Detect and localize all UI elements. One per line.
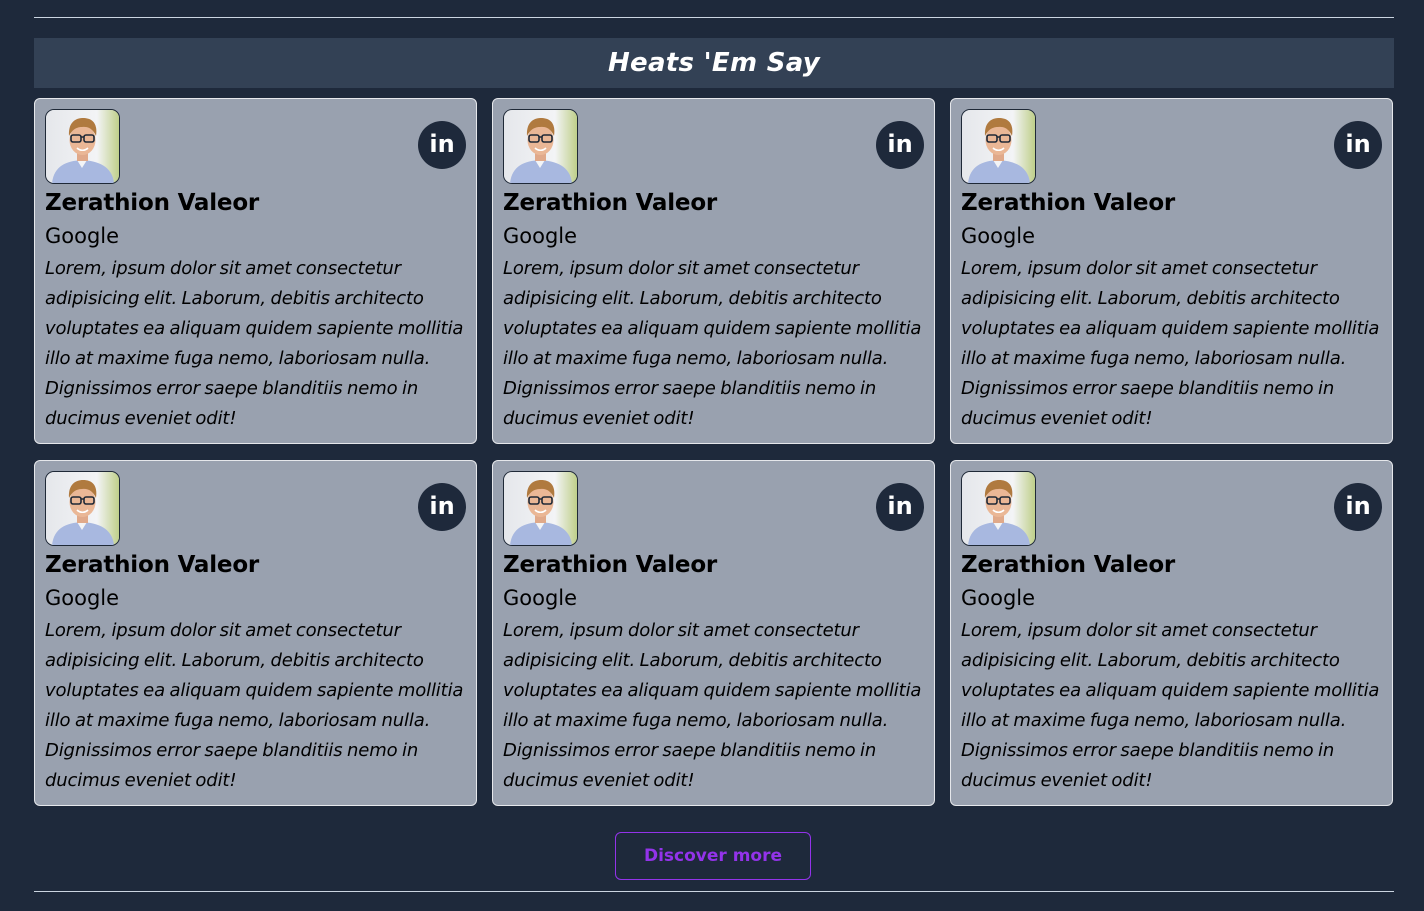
testimonial-grid: in Zerathion Valeor Google Lorem, ipsum … — [34, 98, 1394, 806]
testimonial-card: in Zerathion Valeor Google Lorem, ipsum … — [34, 460, 477, 806]
testimonial-quote: Lorem, ipsum dolor sit amet consectetur … — [45, 620, 464, 791]
linkedin-label: in — [887, 492, 913, 520]
avatar — [45, 471, 120, 546]
avatar — [45, 109, 120, 184]
testimonial-quote: Lorem, ipsum dolor sit amet consectetur … — [503, 258, 922, 429]
person-name: Zerathion Valeor — [961, 190, 1176, 216]
testimonial-quote: Lorem, ipsum dolor sit amet consectetur … — [45, 258, 464, 429]
avatar — [961, 471, 1036, 546]
top-divider — [34, 17, 1394, 18]
linkedin-label: in — [429, 492, 455, 520]
card-header: in — [45, 471, 466, 546]
testimonial-card: in Zerathion Valeor Google Lorem, ipsum … — [950, 460, 1393, 806]
linkedin-label: in — [429, 130, 455, 158]
testimonial-quote: Lorem, ipsum dolor sit amet consectetur … — [961, 258, 1380, 429]
card-header: in — [961, 109, 1382, 184]
testimonials-page: Heats 'Em Say in Zerathion Valeor Google… — [0, 0, 1424, 911]
testimonial-card: in Zerathion Valeor Google Lorem, ipsum … — [492, 460, 935, 806]
person-name: Zerathion Valeor — [961, 552, 1176, 578]
company-name: Google — [503, 586, 578, 610]
linkedin-icon[interactable]: in — [1334, 483, 1382, 531]
card-header: in — [503, 471, 924, 546]
avatar — [961, 109, 1036, 184]
testimonial-quote: Lorem, ipsum dolor sit amet consectetur … — [961, 620, 1380, 791]
testimonial-card: in Zerathion Valeor Google Lorem, ipsum … — [34, 98, 477, 444]
section-title: Heats 'Em Say — [607, 48, 821, 78]
linkedin-label: in — [887, 130, 913, 158]
company-name: Google — [503, 224, 578, 248]
linkedin-label: in — [1345, 130, 1371, 158]
company-name: Google — [45, 586, 120, 610]
person-name: Zerathion Valeor — [503, 190, 718, 216]
card-header: in — [961, 471, 1382, 546]
linkedin-icon[interactable]: in — [418, 483, 466, 531]
company-name: Google — [961, 224, 1036, 248]
discover-more-button[interactable]: Discover more — [615, 832, 811, 880]
person-name: Zerathion Valeor — [503, 552, 718, 578]
testimonial-card: in Zerathion Valeor Google Lorem, ipsum … — [492, 98, 935, 444]
testimonial-quote: Lorem, ipsum dolor sit amet consectetur … — [503, 620, 922, 791]
avatar — [503, 109, 578, 184]
company-name: Google — [45, 224, 120, 248]
person-name: Zerathion Valeor — [45, 552, 260, 578]
linkedin-icon[interactable]: in — [1334, 121, 1382, 169]
linkedin-icon[interactable]: in — [876, 483, 924, 531]
card-header: in — [503, 109, 924, 184]
bottom-divider — [34, 891, 1394, 892]
testimonial-card: in Zerathion Valeor Google Lorem, ipsum … — [950, 98, 1393, 444]
linkedin-icon[interactable]: in — [876, 121, 924, 169]
linkedin-icon[interactable]: in — [418, 121, 466, 169]
card-header: in — [45, 109, 466, 184]
company-name: Google — [961, 586, 1036, 610]
linkedin-label: in — [1345, 492, 1371, 520]
person-name: Zerathion Valeor — [45, 190, 260, 216]
avatar — [503, 471, 578, 546]
section-header: Heats 'Em Say — [34, 38, 1394, 88]
